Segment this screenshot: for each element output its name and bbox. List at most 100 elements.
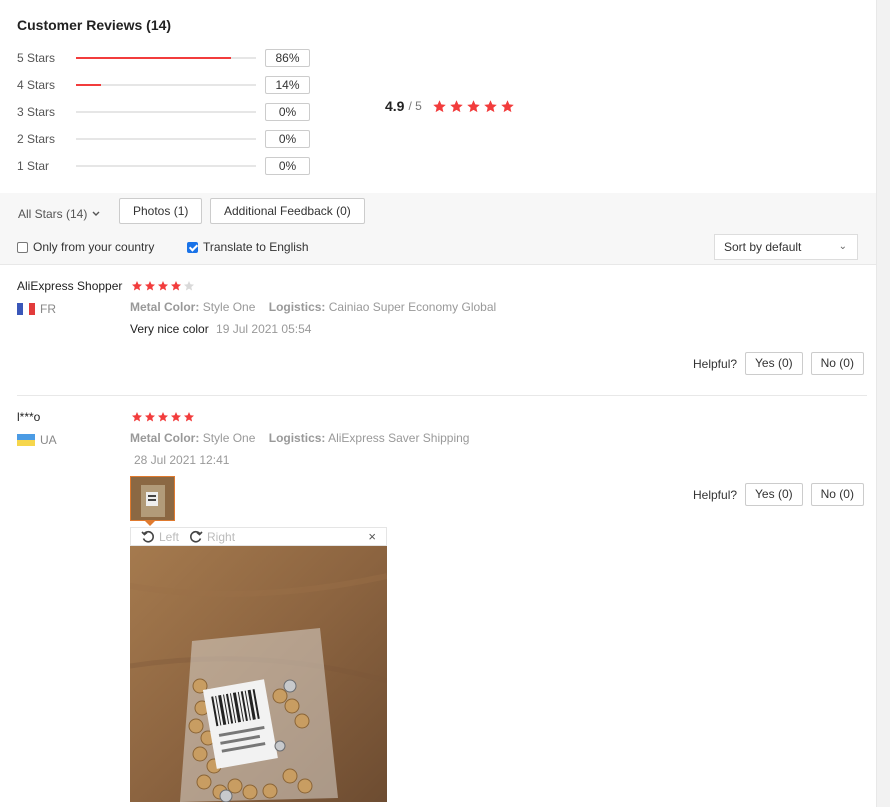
rating-bar-track [76,57,256,59]
review-divider [17,395,867,396]
helpful-label: Helpful? [693,487,738,502]
star-filled-icon [132,412,142,422]
sort-select[interactable]: Sort by default ⌄ [714,234,858,260]
attr-label: Metal Color: [130,300,200,314]
reviews-title: Customer Reviews (14) [17,17,172,33]
star-filled-icon [158,412,168,422]
reviewer-name: AliExpress Shopper [17,279,123,293]
attr-value: Style One [202,300,256,314]
review-text: Very nice color [130,322,209,336]
star-filled-icon [484,99,497,112]
rotate-right-button[interactable]: Right [189,530,235,544]
ukraine-flag-icon [17,434,35,446]
rating-row-1: 1 Star 0% [17,157,317,175]
only-country-checkbox[interactable]: Only from your country [17,240,154,254]
translate-label: Translate to English [203,240,309,254]
rating-bar-track [76,111,256,113]
rating-row-2: 2 Stars 0% [17,130,317,148]
star-filled-icon [145,281,155,291]
average-stars [432,99,515,114]
star-filled-icon [433,99,446,112]
reviewer-name: l***o [17,410,41,424]
helpful-no-button[interactable]: No (0) [810,483,864,506]
review-photo-image [130,546,387,802]
checkbox-checked[interactable] [187,241,198,253]
helpful-yes-button[interactable]: Yes (0) [745,483,803,506]
rating-label: 4 Stars [17,78,56,92]
rating-bar-track [76,84,256,86]
star-filled-icon [145,412,155,422]
rating-percent: 14% [265,76,310,94]
rotate-left-label: Left [159,529,180,544]
rotate-left-icon [141,530,154,542]
rating-label: 5 Stars [17,51,56,65]
attr-value: AliExpress Saver Shipping [328,431,470,445]
review-stars [131,411,195,423]
rating-bar-fill [76,84,102,86]
rating-label: 2 Stars [17,132,56,146]
review-text-line: 28 Jul 2021 12:41 [130,453,229,467]
rating-row-4: 4 Stars 14% [17,76,317,94]
all-stars-label: All Stars (14) [18,207,88,221]
review-date: 28 Jul 2021 12:41 [134,453,230,467]
review-attributes: Metal Color: Style One Logistics: Cainia… [130,300,496,314]
helpful-controls: Helpful? Yes (0) No (0) [693,483,864,506]
star-filled-icon [171,412,181,422]
additional-feedback-button[interactable]: Additional Feedback (0) [210,198,365,224]
rating-bar-track [76,165,256,167]
star-empty-icon [184,281,194,291]
country-code: UA [40,433,57,447]
average-score: 4.9 [385,98,405,114]
star-filled-icon [132,281,142,291]
attr-label: Logistics: [268,300,326,314]
country-code: FR [40,302,56,316]
star-filled-icon [171,281,181,291]
helpful-label: Helpful? [693,356,738,371]
attr-label: Logistics: [268,431,326,445]
average-rating: 4.9 / 5 [385,98,515,114]
rating-percent: 86% [265,49,310,67]
review-photo-thumbnail[interactable] [130,476,175,521]
helpful-no-button[interactable]: No (0) [810,352,864,375]
page-scrollbar[interactable] [876,0,890,807]
chevron-down-icon [92,211,100,216]
translate-checkbox[interactable]: Translate to English [187,240,309,254]
average-out-of: / 5 [408,99,422,113]
france-flag-icon [17,303,35,315]
reviewer-country: UA [17,433,57,447]
rating-percent: 0% [265,103,310,121]
rating-row-3: 3 Stars 0% [17,103,317,121]
photo-thumbnail-image [131,477,174,520]
review-stars [131,280,195,292]
photos-filter-button[interactable]: Photos (1) [119,198,203,224]
chevron-down-icon: ⌄ [838,241,847,252]
review-attributes: Metal Color: Style One Logistics: AliExp… [130,431,469,445]
thumbnail-pointer [144,520,156,526]
rotate-right-icon [190,530,203,542]
close-icon[interactable]: × [368,528,376,545]
star-filled-icon [467,99,480,112]
attr-value: Cainiao Super Economy Global [328,300,497,314]
star-filled-icon [158,281,168,291]
rating-label: 1 Star [17,159,50,173]
only-country-label: Only from your country [33,240,155,254]
rating-label: 3 Stars [17,105,56,119]
image-viewer-toolbar: Left Right × [130,527,387,546]
rating-row-5: 5 Stars 86% [17,49,317,67]
reviewer-country: FR [17,302,56,316]
review-text-line: Very nice color 19 Jul 2021 05:54 [130,322,311,336]
helpful-yes-button[interactable]: Yes (0) [745,352,803,375]
all-stars-dropdown[interactable]: All Stars (14) [18,207,100,221]
review-photo-large [130,546,387,802]
rating-bar-track [76,138,256,140]
sort-label: Sort by default [724,240,802,254]
attr-value: Style One [202,431,256,445]
helpful-controls: Helpful? Yes (0) No (0) [693,352,864,375]
rotate-left-button[interactable]: Left [141,530,179,544]
rating-percent: 0% [265,157,310,175]
filter-bar: All Stars (14) Photos (1) Additional Fee… [0,193,876,265]
star-filled-icon [184,412,194,422]
review-date: 19 Jul 2021 05:54 [216,322,312,336]
checkbox-unchecked[interactable] [17,241,28,253]
attr-label: Metal Color: [130,431,200,445]
